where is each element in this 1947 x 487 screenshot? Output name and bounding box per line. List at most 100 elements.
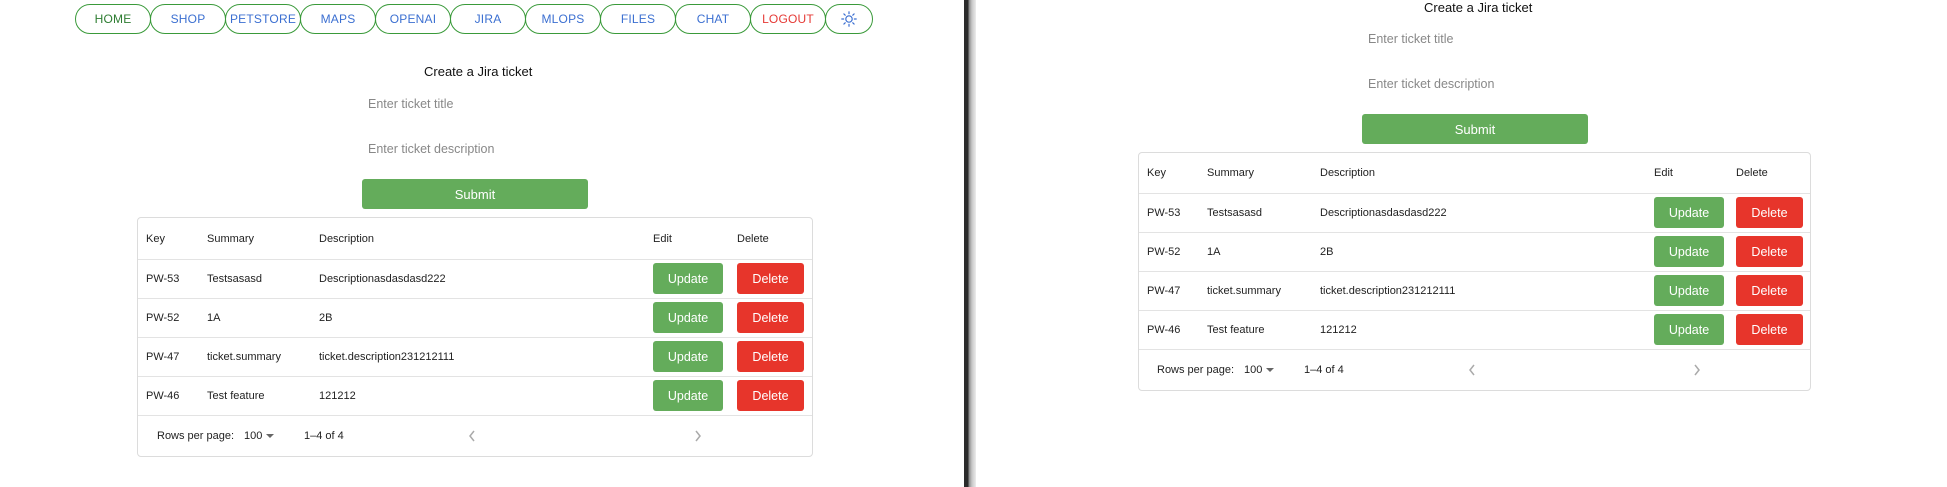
- next-page-button[interactable]: [1689, 360, 1705, 380]
- right-browser-pane: Create a Jira ticket Enter ticket title …: [976, 0, 1947, 487]
- cell-key: PW-46: [1147, 324, 1181, 336]
- update-button[interactable]: Update: [653, 263, 723, 294]
- chevron-left-icon: [469, 430, 475, 442]
- prev-page-button[interactable]: [464, 426, 480, 446]
- rows-per-page-label: Rows per page:: [1157, 364, 1235, 376]
- cell-key: PW-53: [1147, 207, 1181, 219]
- nav-logout-button[interactable]: LOGOUT: [750, 4, 826, 34]
- cell-summary: Testsasasd: [1207, 207, 1263, 219]
- nav-mlops-button[interactable]: MLOPS: [525, 4, 601, 34]
- table-header-row: Key Summary Description Edit Delete: [138, 218, 812, 260]
- update-button[interactable]: Update: [653, 302, 723, 333]
- update-button[interactable]: Update: [1654, 236, 1724, 267]
- window-divider: [964, 0, 976, 487]
- cell-summary: Test feature: [1207, 324, 1265, 336]
- update-button[interactable]: Update: [1654, 197, 1724, 228]
- cell-summary: 1A: [207, 312, 221, 324]
- rows-per-page-value: 100: [1244, 364, 1263, 376]
- header-key: Key: [146, 232, 165, 245]
- ticket-description-input[interactable]: Enter ticket description: [1368, 72, 1588, 96]
- cell-key: PW-53: [146, 273, 180, 285]
- cell-summary: ticket.summary: [207, 351, 281, 363]
- cell-summary: 1A: [1207, 246, 1221, 258]
- ticket-title-input[interactable]: Enter ticket title: [368, 92, 588, 116]
- cell-summary: Test feature: [207, 390, 265, 402]
- header-key: Key: [1147, 167, 1166, 179]
- next-page-button[interactable]: [690, 426, 706, 446]
- table-row: PW-47 ticket.summary ticket.description2…: [138, 338, 812, 377]
- update-button[interactable]: Update: [653, 380, 723, 411]
- delete-button[interactable]: Delete: [737, 263, 804, 294]
- nav-shop-button[interactable]: SHOP: [150, 4, 226, 34]
- delete-button[interactable]: Delete: [1736, 197, 1803, 228]
- header-edit: Edit: [1654, 167, 1673, 179]
- caret-down-icon: [266, 434, 275, 438]
- table-row: PW-52 1A 2B Update Delete: [138, 299, 812, 338]
- table-header-row: Key Summary Description Edit Delete: [1139, 153, 1810, 194]
- header-description: Description: [319, 232, 375, 245]
- ticket-title-input[interactable]: Enter ticket title: [1368, 27, 1588, 51]
- sun-icon: [841, 11, 857, 27]
- header-delete: Delete: [1736, 167, 1768, 179]
- cell-key: PW-47: [146, 351, 180, 363]
- delete-button[interactable]: Delete: [1736, 236, 1803, 267]
- tickets-table: Key Summary Description Edit Delete PW-5…: [137, 217, 813, 457]
- rows-per-page-select[interactable]: 100: [1244, 360, 1276, 380]
- delete-button[interactable]: Delete: [737, 341, 804, 372]
- table-row: PW-47 ticket.summary ticket.description2…: [1139, 272, 1810, 311]
- rows-per-page-value: 100: [244, 430, 263, 442]
- header-edit: Edit: [653, 232, 672, 245]
- cell-description: 121212: [319, 390, 356, 402]
- page-range: 1–4 of 4: [1304, 364, 1344, 376]
- update-button[interactable]: Update: [653, 341, 723, 372]
- ticket-description-input[interactable]: Enter ticket description: [368, 137, 588, 161]
- form-title: Create a Jira ticket: [424, 64, 533, 79]
- header-summary: Summary: [207, 232, 255, 245]
- submit-button[interactable]: Submit: [1362, 114, 1588, 144]
- nav-jira-button[interactable]: JIRA: [450, 4, 526, 34]
- chevron-left-icon: [1469, 364, 1475, 376]
- theme-toggle-button[interactable]: [825, 4, 873, 34]
- cell-description: 121212: [1320, 324, 1357, 336]
- nav-files-button[interactable]: FILES: [600, 4, 676, 34]
- nav-maps-button[interactable]: MAPS: [300, 4, 376, 34]
- cell-description: 2B: [1320, 246, 1334, 258]
- chevron-right-icon: [695, 430, 701, 442]
- rows-per-page-label: Rows per page:: [157, 430, 235, 442]
- nav-petstore-button[interactable]: PETSTORE: [225, 4, 301, 34]
- pagination: Rows per page: 100 1–4 of 4: [1139, 350, 1810, 390]
- submit-button[interactable]: Submit: [362, 179, 588, 209]
- table-row: PW-52 1A 2B Update Delete: [1139, 233, 1810, 272]
- delete-button[interactable]: Delete: [737, 380, 804, 411]
- update-button[interactable]: Update: [1654, 314, 1724, 345]
- delete-button[interactable]: Delete: [1736, 275, 1803, 306]
- table-row: PW-46 Test feature 121212 Update Delete: [138, 377, 812, 416]
- update-button[interactable]: Update: [1654, 275, 1724, 306]
- cell-key: PW-47: [1147, 285, 1181, 297]
- pagination: Rows per page: 100 1–4 of 4: [138, 416, 812, 456]
- delete-button[interactable]: Delete: [737, 302, 804, 333]
- cell-summary: Testsasasd: [207, 273, 263, 285]
- cell-key: PW-52: [146, 312, 180, 324]
- cell-description: Descriptionasdasdasd222: [1320, 207, 1447, 219]
- form-title: Create a Jira ticket: [1424, 0, 1533, 15]
- cell-description: ticket.description231212111: [319, 351, 455, 363]
- screen: HOME SHOP PETSTORE MAPS OPENAI JIRA MLOP…: [0, 0, 1947, 487]
- nav-openai-button[interactable]: OPENAI: [375, 4, 451, 34]
- left-browser-pane: HOME SHOP PETSTORE MAPS OPENAI JIRA MLOP…: [0, 0, 964, 487]
- nav-chat-button[interactable]: CHAT: [675, 4, 751, 34]
- cell-summary: ticket.summary: [1207, 285, 1281, 297]
- header-summary: Summary: [1207, 167, 1255, 179]
- top-nav: HOME SHOP PETSTORE MAPS OPENAI JIRA MLOP…: [75, 4, 873, 34]
- nav-home-button[interactable]: HOME: [75, 4, 151, 34]
- header-description: Description: [1320, 167, 1376, 179]
- cell-description: ticket.description231212111: [1320, 285, 1456, 297]
- page-range: 1–4 of 4: [304, 430, 344, 442]
- rows-per-page-select[interactable]: 100: [244, 426, 276, 446]
- table-row: PW-53 Testsasasd Descriptionasdasdasd222…: [1139, 194, 1810, 233]
- delete-button[interactable]: Delete: [1736, 314, 1803, 345]
- table-row: PW-53 Testsasasd Descriptionasdasdasd222…: [138, 260, 812, 299]
- prev-page-button[interactable]: [1464, 360, 1480, 380]
- header-delete: Delete: [737, 232, 769, 245]
- cell-key: PW-46: [146, 390, 180, 402]
